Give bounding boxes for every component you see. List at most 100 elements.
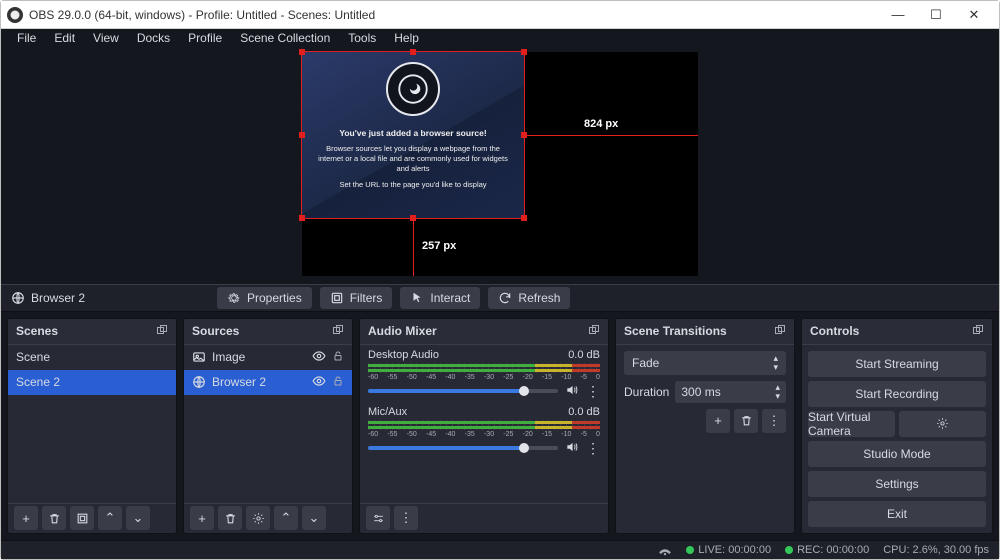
refresh-button[interactable]: Refresh bbox=[488, 287, 570, 309]
menu-profile[interactable]: Profile bbox=[180, 29, 230, 47]
add-source-button[interactable]: + bbox=[190, 506, 214, 530]
preview-area: You've just added a browser source! Brow… bbox=[1, 48, 999, 284]
transition-select[interactable]: Fade ▴▾ bbox=[624, 351, 786, 375]
channel-db: 0.0 dB bbox=[568, 406, 600, 418]
close-button[interactable]: ✕ bbox=[955, 7, 993, 23]
menu-tools[interactable]: Tools bbox=[340, 29, 384, 47]
rec-status-label: REC: 00:00:00 bbox=[797, 544, 869, 556]
window-titlebar: OBS 29.0.0 (64-bit, windows) - Profile: … bbox=[1, 1, 999, 29]
live-status-label: LIVE: 00:00:00 bbox=[698, 544, 771, 556]
source-context-toolbar: Browser 2 Properties Filters Interact Re… bbox=[1, 284, 999, 312]
remove-scene-button[interactable] bbox=[42, 506, 66, 530]
menu-file[interactable]: File bbox=[9, 29, 44, 47]
speaker-icon[interactable] bbox=[564, 440, 580, 457]
source-properties-button[interactable] bbox=[246, 506, 270, 530]
guide-vertical bbox=[413, 218, 414, 276]
audio-meter bbox=[368, 420, 600, 430]
pointer-icon bbox=[410, 291, 424, 305]
transition-menu-button[interactable]: ⋮ bbox=[762, 409, 786, 433]
menu-scene-collection[interactable]: Scene Collection bbox=[232, 29, 338, 47]
duration-spinbox[interactable]: 300 ms ▴▾ bbox=[675, 381, 786, 403]
resize-handle[interactable] bbox=[299, 132, 305, 138]
speaker-icon[interactable] bbox=[564, 383, 580, 400]
updown-icon: ▴▾ bbox=[775, 383, 780, 401]
visibility-icon[interactable] bbox=[312, 349, 326, 366]
menu-view[interactable]: View bbox=[85, 29, 127, 47]
audio-mixer-title: Audio Mixer bbox=[368, 324, 437, 338]
menu-bar: File Edit View Docks Profile Scene Colle… bbox=[1, 29, 999, 48]
resize-handle[interactable] bbox=[521, 215, 527, 221]
network-icon bbox=[658, 544, 672, 556]
start-recording-button[interactable]: Start Recording bbox=[808, 381, 986, 407]
studio-mode-button[interactable]: Studio Mode bbox=[808, 441, 986, 467]
start-virtual-camera-button[interactable]: Start Virtual Camera bbox=[808, 411, 895, 437]
exit-button[interactable]: Exit bbox=[808, 501, 986, 527]
virtual-camera-settings-button[interactable] bbox=[899, 411, 986, 437]
dock-popout-icon[interactable] bbox=[332, 324, 344, 339]
channel-db: 0.0 dB bbox=[568, 349, 600, 361]
channel-menu-button[interactable]: ⋮ bbox=[586, 440, 600, 457]
globe-icon bbox=[11, 291, 25, 305]
audio-channel: Desktop Audio0.0 dB-60-55-50-45-40-35-30… bbox=[360, 345, 608, 402]
add-scene-button[interactable]: + bbox=[14, 506, 38, 530]
resize-handle[interactable] bbox=[299, 215, 305, 221]
settings-button[interactable]: Settings bbox=[808, 471, 986, 497]
dock-popout-icon[interactable] bbox=[156, 324, 168, 339]
status-bar: LIVE: 00:00:00 REC: 00:00:00 CPU: 2.6%, … bbox=[1, 540, 999, 559]
guide-horizontal bbox=[524, 135, 698, 136]
filters-button[interactable]: Filters bbox=[320, 287, 393, 309]
obs-logo-icon bbox=[7, 7, 23, 23]
scene-row[interactable]: Scene bbox=[8, 345, 176, 370]
sources-title: Sources bbox=[192, 324, 239, 338]
height-dimension-label: 257 px bbox=[422, 240, 456, 252]
source-row[interactable]: Browser 2 bbox=[184, 370, 352, 395]
transitions-title: Scene Transitions bbox=[624, 324, 727, 338]
channel-menu-button[interactable]: ⋮ bbox=[586, 383, 600, 400]
scenes-title: Scenes bbox=[16, 324, 58, 338]
scene-row[interactable]: Scene 2 bbox=[8, 370, 176, 395]
minimize-button[interactable]: — bbox=[879, 7, 917, 22]
menu-help[interactable]: Help bbox=[386, 29, 427, 47]
maximize-button[interactable]: ☐ bbox=[917, 7, 955, 23]
gear-icon bbox=[227, 291, 241, 305]
scene-filters-button[interactable] bbox=[70, 506, 94, 530]
remove-transition-button[interactable] bbox=[734, 409, 758, 433]
menu-edit[interactable]: Edit bbox=[46, 29, 83, 47]
audio-meter bbox=[368, 363, 600, 373]
audio-menu-button[interactable]: ⋮ bbox=[394, 506, 418, 530]
volume-slider[interactable] bbox=[368, 389, 558, 393]
interact-button[interactable]: Interact bbox=[400, 287, 480, 309]
remove-source-button[interactable] bbox=[218, 506, 242, 530]
add-transition-button[interactable]: + bbox=[706, 409, 730, 433]
source-move-up-button[interactable]: ⌃ bbox=[274, 506, 298, 530]
lock-icon[interactable] bbox=[332, 374, 344, 391]
audio-mixer-panel: Audio Mixer Desktop Audio0.0 dB-60-55-50… bbox=[359, 318, 609, 534]
dock-popout-icon[interactable] bbox=[588, 324, 600, 339]
scene-move-up-button[interactable]: ⌃ bbox=[98, 506, 122, 530]
browser-source-heading: You've just added a browser source! bbox=[339, 128, 486, 138]
preview-canvas[interactable]: You've just added a browser source! Brow… bbox=[302, 52, 698, 276]
scene-move-down-button[interactable]: ⌄ bbox=[126, 506, 150, 530]
menu-docks[interactable]: Docks bbox=[129, 29, 178, 47]
controls-panel: Controls Start Streaming Start Recording… bbox=[801, 318, 993, 534]
updown-icon: ▴▾ bbox=[773, 354, 778, 372]
browser-source-desc: Browser sources let you display a webpag… bbox=[314, 144, 512, 174]
properties-button[interactable]: Properties bbox=[217, 287, 312, 309]
dock-popout-icon[interactable] bbox=[774, 324, 786, 339]
width-dimension-label: 824 px bbox=[584, 118, 618, 130]
lock-icon[interactable] bbox=[332, 349, 344, 366]
source-row[interactable]: Image bbox=[184, 345, 352, 370]
resize-handle[interactable] bbox=[410, 49, 416, 55]
start-streaming-button[interactable]: Start Streaming bbox=[808, 351, 986, 377]
audio-advanced-button[interactable] bbox=[366, 506, 390, 530]
visibility-icon[interactable] bbox=[312, 374, 326, 391]
resize-handle[interactable] bbox=[299, 49, 305, 55]
refresh-icon bbox=[498, 291, 512, 305]
resize-handle[interactable] bbox=[521, 49, 527, 55]
controls-title: Controls bbox=[810, 324, 859, 338]
volume-slider[interactable] bbox=[368, 446, 558, 450]
dock-popout-icon[interactable] bbox=[972, 324, 984, 339]
source-move-down-button[interactable]: ⌄ bbox=[302, 506, 326, 530]
browser-source-box[interactable]: You've just added a browser source! Brow… bbox=[302, 52, 524, 218]
filters-icon bbox=[330, 291, 344, 305]
